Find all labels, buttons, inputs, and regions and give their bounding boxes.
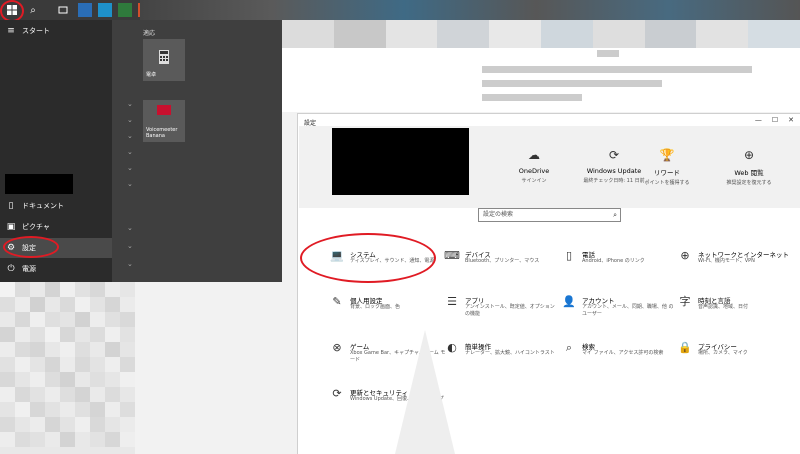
category-subtitle: 場所、カメラ、マイク [698, 350, 748, 356]
quicklink-onedrive[interactable]: ☁ OneDrive サインイン [494, 148, 574, 184]
update-icon: ⟳ [332, 387, 342, 400]
category-privacy[interactable]: 🔒 プライバシー 場所、カメラ、マイク [676, 340, 794, 374]
chevron-down-icon[interactable]: ⌄ [127, 148, 133, 156]
quicklink-web-browsing[interactable]: ⊕ Web 閲覧 推奨設定を復元する [709, 148, 789, 186]
document-icon: ▯ [8, 201, 14, 211]
category-subtitle: 音声認識、地域、日付 [698, 304, 749, 310]
apps-icon: ☰ [447, 295, 457, 308]
category-subtitle: Android、iPhone のリンク [582, 258, 645, 264]
hamburger-icon[interactable]: ≡ [0, 26, 22, 36]
search-icon[interactable]: ⌕ [24, 1, 42, 19]
category-devices[interactable]: ⌨ デバイス Bluetooth、プリンター、マウス [443, 248, 561, 282]
chevron-down-icon[interactable]: ⌄ [127, 180, 133, 188]
start-item-pictures[interactable]: ▣ ピクチャ [0, 217, 112, 237]
redacted-account-image [332, 128, 469, 195]
highlight-ring [300, 233, 436, 283]
quicklink-subtitle: ポイントを獲得する [644, 180, 690, 186]
category-network[interactable]: ⊕ ネットワークとインターネット Wi-Fi、機内モード、VPN [676, 248, 794, 282]
time-language-icon: 字 [679, 295, 691, 308]
chevron-down-icon[interactable]: ⌄ [127, 260, 133, 268]
quicklink-title: リワード [654, 169, 680, 177]
chevron-down-icon[interactable]: ⌄ [127, 242, 133, 250]
background-page [282, 48, 800, 112]
start-item-documents[interactable]: ▯ ドキュメント [0, 196, 112, 216]
voicemeeter-icon [157, 105, 171, 115]
category-apps[interactable]: ☰ アプリ アンインストール、既定値、オプション の機能 [443, 294, 561, 328]
tile-group-label: 適応 [143, 30, 156, 37]
start-item-label: ピクチャ [22, 223, 50, 231]
settings-search-input[interactable]: 設定の検索 ⌕ [478, 208, 621, 222]
category-subtitle: アカウント、メール、同期、職場、他 のユーザー [582, 304, 674, 317]
start-item-power[interactable]: ⏻ 電源 [0, 259, 112, 279]
quicklink-subtitle: 推奨設定を復元する [726, 180, 772, 186]
task-view-icon[interactable] [54, 1, 72, 19]
redacted-user-name [5, 174, 73, 194]
quicklink-rewards[interactable]: 🏆 リワード ポイントを獲得する [627, 148, 707, 186]
minimize-icon[interactable]: — [755, 116, 762, 124]
power-icon: ⏻ [7, 264, 15, 274]
search-icon: ⌕ [565, 341, 573, 354]
chevron-down-icon[interactable]: ⌄ [127, 164, 133, 172]
quicklink-title: Web 閲覧 [734, 169, 764, 177]
background-blur [282, 20, 800, 48]
brush-icon: ✎ [332, 295, 342, 308]
app-icon[interactable] [78, 3, 92, 17]
start-header[interactable]: ≡ スタート [0, 21, 112, 41]
calculator-icon [159, 50, 169, 64]
chevron-down-icon[interactable]: ⌄ [127, 224, 133, 232]
maximize-icon[interactable]: ☐ [772, 116, 778, 124]
person-icon: 👤 [562, 295, 576, 308]
rewards-icon: 🏆 [659, 148, 675, 162]
category-ease-of-access[interactable]: ◐ 簡単操作 ナレーター、拡大鏡、ハイコントラスト [443, 340, 561, 374]
phone-icon: ▯ [565, 249, 573, 262]
category-subtitle: 背景、ロック画面、色 [350, 304, 401, 310]
globe-icon: ⊕ [743, 148, 755, 162]
category-subtitle: Bluetooth、プリンター、マウス [465, 258, 540, 264]
category-phone[interactable]: ▯ 電話 Android、iPhone のリンク [560, 248, 678, 282]
start-item-label: 電源 [22, 265, 36, 273]
settings-window: 設定 — ☐ ✕ ☁ OneDrive サインイン ⟳ Windows Upda… [297, 113, 800, 454]
tile-calculator[interactable]: 電卓 [143, 39, 185, 81]
category-subtitle: マイ ファイル、アクセス許可の検索 [582, 350, 664, 356]
onedrive-icon: ☁ [528, 148, 540, 162]
globe-icon: ⊕ [680, 249, 690, 262]
app-icon[interactable] [118, 3, 132, 17]
start-item-label: ドキュメント [22, 202, 64, 210]
lock-icon: 🔒 [678, 341, 692, 354]
category-accounts[interactable]: 👤 アカウント アカウント、メール、同期、職場、他 のユーザー [560, 294, 678, 328]
category-search[interactable]: ⌕ 検索 マイ ファイル、アクセス許可の検索 [560, 340, 678, 374]
search-icon: ⌕ [613, 211, 617, 219]
picture-icon: ▣ [6, 222, 16, 232]
highlight-ring [0, 0, 24, 22]
taskbar-blur [140, 0, 800, 20]
category-personalization[interactable]: ✎ 個人用設定 背景、ロック画面、色 [328, 294, 446, 328]
chevron-down-icon[interactable]: ⌄ [127, 100, 133, 108]
quicklink-subtitle: サインイン [521, 178, 547, 184]
close-icon[interactable]: ✕ [788, 116, 794, 124]
quicklink-title: OneDrive [518, 167, 550, 175]
window-controls: — ☐ ✕ [755, 116, 794, 124]
tile-label: Voicemeeter Banana [146, 127, 178, 139]
app-icon[interactable] [98, 3, 112, 17]
tile-voicemeeter[interactable]: Voicemeeter Banana [143, 100, 185, 142]
category-subtitle: Wi-Fi、機内モード、VPN [698, 258, 755, 264]
settings-header: ☁ OneDrive サインイン ⟳ Windows Update 最終チェック… [299, 126, 800, 208]
blurred-area [0, 282, 135, 454]
chevron-down-icon[interactable]: ⌄ [127, 116, 133, 124]
highlight-ring [3, 236, 59, 258]
tile-label: 電卓 [146, 72, 157, 78]
category-subtitle: アンインストール、既定値、オプション の機能 [465, 304, 555, 317]
category-subtitle: ナレーター、拡大鏡、ハイコントラスト [465, 350, 555, 356]
start-label: スタート [22, 27, 50, 35]
xbox-icon: ⊗ [332, 341, 342, 354]
search-placeholder: 設定の検索 [483, 211, 514, 218]
keyboard-icon: ⌨ [444, 249, 460, 262]
background-shadow [395, 330, 455, 454]
chevron-down-icon[interactable]: ⌄ [127, 132, 133, 140]
start-menu-tiles: 適応 電卓 Voicemeeter Banana ⌄ ⌄ ⌄ ⌄ ⌄ ⌄ ⌄ ⌄… [112, 20, 282, 282]
category-time-language[interactable]: 字 時刻と言語 音声認識、地域、日付 [676, 294, 794, 328]
